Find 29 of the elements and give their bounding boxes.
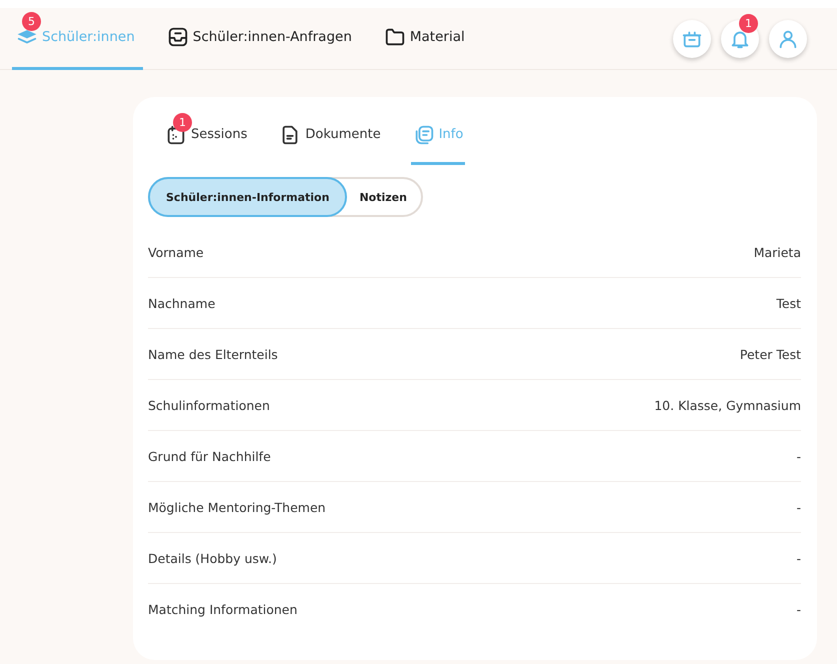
field-label: Schulinformationen [148, 398, 270, 412]
field-value: - [796, 602, 801, 616]
field-label: Matching Informationen [148, 602, 298, 616]
field-label: Vorname [148, 244, 204, 260]
field-value: - [796, 550, 801, 566]
field-value: - [796, 448, 801, 464]
nav-tab[interactable]: Material [380, 8, 473, 70]
nav-tab[interactable]: Schüler:innen 5 [12, 8, 143, 70]
count-badge: 1 [739, 14, 758, 32]
field-label: Mögliche Mentoring-Themen [148, 500, 326, 514]
field-label: Name des Elternteils [148, 346, 278, 362]
field-value: Peter Test [740, 346, 801, 362]
field-value: - [796, 500, 801, 514]
segment-button[interactable]: Schüler:innen-Information [148, 177, 348, 217]
field-label: Nachname [148, 296, 216, 310]
inbox-icon [166, 26, 189, 48]
count-badge: 1 [173, 113, 192, 132]
nav-tab[interactable]: Schüler:innen-Anfragen [162, 8, 360, 70]
card-tab[interactable]: Dokumente [277, 107, 383, 165]
field-value: Test [776, 296, 801, 310]
field-value: Marieta [754, 244, 801, 260]
folder-icon [384, 26, 406, 48]
card-tab[interactable]: Sessions 1 [163, 107, 250, 165]
field-label: Details (Hobby usw.) [148, 550, 277, 566]
gift-button[interactable] [673, 20, 711, 58]
field-value: 10. Klasse, Gymnasium [654, 398, 801, 412]
count-badge: 5 [22, 12, 41, 30]
user-button[interactable] [769, 20, 807, 58]
field-label: Grund für Nachhilfe [148, 448, 271, 464]
